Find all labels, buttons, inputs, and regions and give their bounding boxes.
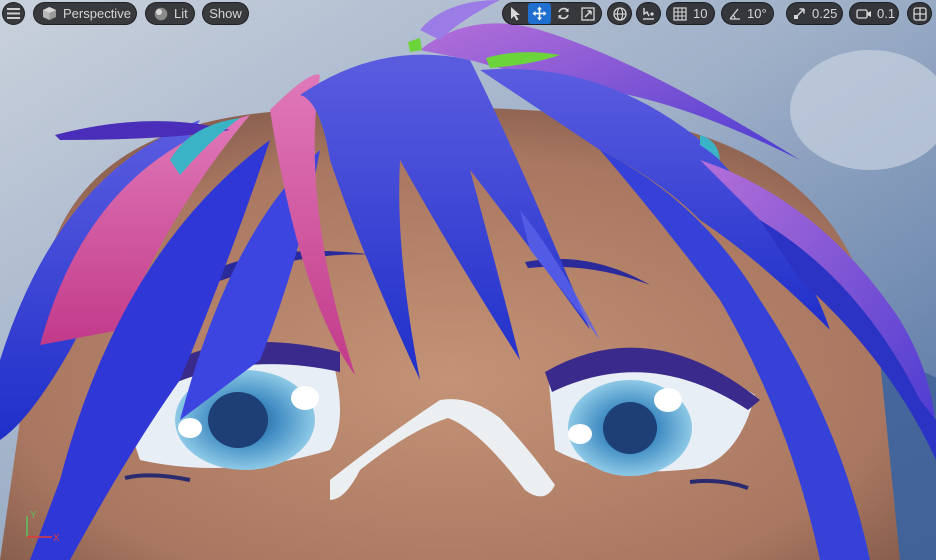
rotate-tool-button[interactable] [552, 3, 575, 24]
surface-snapping-button[interactable] [636, 2, 661, 25]
translate-tool-button[interactable] [527, 3, 551, 24]
move-arrows-icon [532, 6, 547, 21]
perspective-button[interactable]: Perspective [33, 2, 137, 25]
camera-speed-value: 0.1 [877, 6, 896, 21]
grid-snap-value: 10 [693, 6, 708, 21]
layout-grid-icon [912, 6, 927, 21]
rotation-snap-value: 10° [747, 6, 767, 21]
show-label: Show [209, 6, 242, 21]
rotate-icon [556, 6, 571, 21]
viewport-menu-button[interactable] [2, 2, 25, 25]
angle-icon [728, 7, 742, 21]
scale-tool-button[interactable] [577, 3, 599, 24]
scale-icon [581, 6, 595, 21]
perspective-label: Perspective [63, 6, 131, 21]
world-local-toggle[interactable] [607, 2, 632, 25]
sphere-icon [154, 7, 168, 21]
grid-icon [673, 6, 687, 21]
axis-gizmo: Y X [22, 508, 66, 548]
cursor-arrow-icon [509, 6, 522, 21]
viewport-layout-button[interactable] [907, 2, 932, 25]
globe-icon [612, 6, 627, 21]
axis-y-label: Y [30, 510, 37, 521]
scene-render [0, 0, 936, 560]
cube-icon [42, 6, 57, 21]
grid-snap-button[interactable]: 10 [666, 2, 715, 25]
transform-tools-group [502, 2, 602, 25]
rotation-snap-button[interactable]: 10° [721, 2, 774, 25]
surface-snap-icon [641, 6, 656, 21]
camera-speed-button[interactable]: 0.1 [849, 2, 899, 25]
axis-x-label: X [53, 533, 60, 544]
select-tool-button[interactable] [505, 3, 526, 24]
show-button[interactable]: Show [202, 2, 249, 25]
scale-arrow-icon [793, 7, 806, 20]
lit-label: Lit [174, 6, 188, 21]
hamburger-icon [7, 8, 20, 19]
scale-snap-value: 0.25 [812, 6, 838, 21]
scale-snap-button[interactable]: 0.25 [786, 2, 843, 25]
viewport-canvas[interactable] [0, 0, 936, 560]
camera-icon [856, 8, 872, 20]
lit-view-mode-button[interactable]: Lit [145, 2, 195, 25]
